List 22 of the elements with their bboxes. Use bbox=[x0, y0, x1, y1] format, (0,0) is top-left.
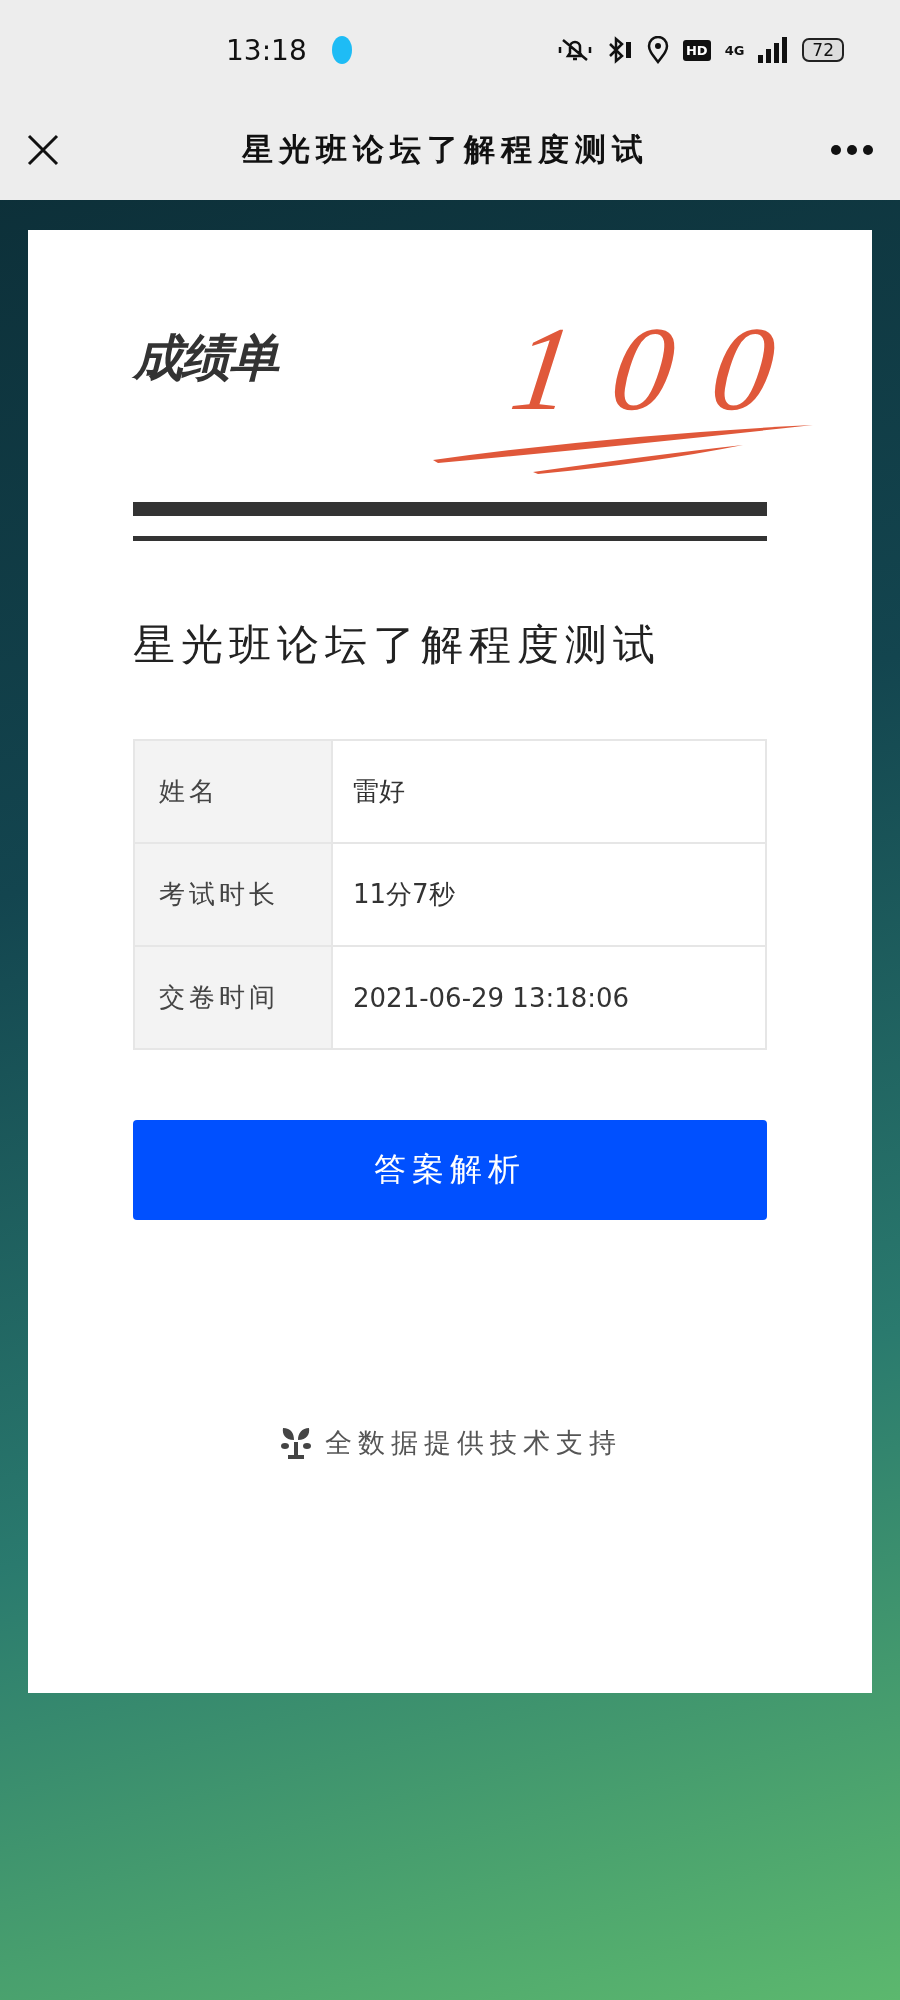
status-time: 13:18 bbox=[226, 33, 307, 67]
row-label: 姓名 bbox=[135, 741, 333, 842]
row-value: 11分7秒 bbox=[352, 878, 456, 911]
mute-icon bbox=[556, 36, 593, 64]
row-value: 2021-06-29 13:18:06 bbox=[352, 981, 631, 1015]
answer-analysis-button[interactable]: 答案解析 bbox=[133, 1120, 767, 1220]
signal-icon bbox=[758, 37, 789, 63]
quiz-title: 星光班论坛了解程度测试 bbox=[133, 619, 662, 671]
sprout-icon bbox=[278, 1426, 313, 1460]
row-label: 考试时长 bbox=[135, 844, 333, 945]
page-title: 星光班论坛了解程度测试 bbox=[240, 130, 650, 169]
score: 100 bbox=[503, 301, 823, 437]
hd-badge: HD bbox=[682, 39, 711, 61]
location-icon bbox=[646, 36, 669, 64]
row-value: 雷好 bbox=[352, 775, 406, 808]
more-icon[interactable] bbox=[830, 144, 874, 156]
row-label: 交卷时间 bbox=[135, 947, 333, 1048]
network-type: 4G bbox=[724, 42, 745, 58]
support-credit: 全数据提供技术支持 bbox=[324, 1426, 622, 1460]
bluetooth-icon bbox=[606, 36, 633, 64]
close-icon[interactable] bbox=[26, 133, 60, 167]
battery-level: 72 bbox=[802, 38, 844, 62]
